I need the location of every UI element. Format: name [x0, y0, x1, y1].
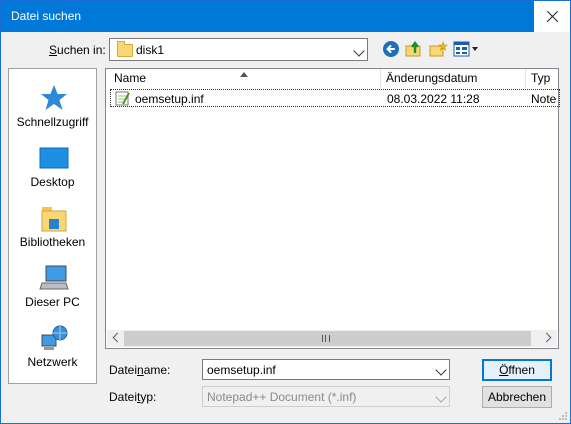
sidebar-item-label: Schnellzugriff	[16, 115, 89, 129]
filetype-select[interactable]: Notepad++ Document (*.inf)	[202, 386, 450, 407]
computer-icon	[39, 265, 69, 290]
view-grid-icon	[453, 41, 478, 57]
chevron-down-icon[interactable]	[435, 364, 447, 376]
library-icon	[41, 207, 67, 232]
chevron-down-icon	[353, 45, 365, 57]
grip-icon	[322, 335, 330, 342]
view-menu-button[interactable]	[452, 39, 480, 59]
scroll-right-icon[interactable]	[541, 332, 552, 343]
column-header-type[interactable]: Typ	[526, 69, 560, 88]
sort-ascending-icon	[240, 72, 248, 77]
chevron-down-icon	[435, 391, 447, 403]
resize-grip-icon[interactable]	[558, 411, 568, 421]
open-button[interactable]: Öffnen	[482, 359, 552, 381]
back-arrow-icon	[383, 41, 399, 57]
new-folder-icon	[429, 41, 448, 57]
file-list: Name Änderungsdatum Typ oemsetup.inf 08.…	[105, 68, 560, 349]
network-icon	[41, 325, 68, 350]
filetype-label: Dateityp:	[109, 390, 157, 404]
file-open-dialog: Datei suchen Suchen in: disk1 Schnellzug…	[0, 0, 571, 424]
sidebar-item-libraries[interactable]: Bibliotheken	[9, 195, 96, 251]
sidebar-item-label: Bibliotheken	[19, 235, 86, 249]
places-sidebar: Schnellzugriff Desktop Bibliotheken Dies…	[8, 68, 97, 384]
up-one-level-button[interactable]	[404, 39, 424, 59]
scrollbar-thumb[interactable]	[124, 331, 531, 346]
title-bar[interactable]: Datei suchen	[1, 1, 570, 32]
look-in-combobox[interactable]: disk1	[109, 38, 368, 61]
file-type: Notep	[531, 92, 557, 106]
filename-value: oemsetup.inf	[207, 363, 276, 377]
filename-input[interactable]: oemsetup.inf	[202, 359, 450, 380]
notepad-file-icon	[115, 91, 130, 106]
folder-up-icon	[405, 41, 421, 57]
horizontal-scrollbar[interactable]	[107, 330, 557, 347]
filetype-value: Notepad++ Document (*.inf)	[207, 390, 357, 404]
column-header-name[interactable]: Name	[106, 69, 381, 88]
file-name: oemsetup.inf	[135, 92, 204, 106]
new-folder-button[interactable]	[428, 39, 448, 59]
sidebar-item-label: Dieser PC	[25, 295, 80, 309]
scroll-left-icon[interactable]	[112, 332, 123, 343]
sidebar-item-quick-access[interactable]: Schnellzugriff	[9, 75, 96, 131]
file-modified: 08.03.2022 11:28	[387, 92, 480, 106]
window-title: Datei suchen	[11, 9, 82, 23]
sidebar-item-label: Desktop	[30, 175, 75, 189]
desktop-icon	[39, 147, 69, 169]
look-in-value: disk1	[136, 43, 165, 57]
sidebar-item-network[interactable]: Netzwerk	[9, 315, 96, 371]
look-in-label: Suchen in:	[49, 43, 106, 57]
star-icon	[41, 85, 67, 110]
column-header-date-modified[interactable]: Änderungsdatum	[381, 69, 526, 88]
back-button[interactable]	[381, 39, 401, 59]
folder-icon	[117, 41, 133, 57]
file-row[interactable]: oemsetup.inf 08.03.2022 11:28 Notep	[110, 89, 560, 107]
sidebar-item-desktop[interactable]: Desktop	[9, 135, 96, 191]
cancel-button[interactable]: Abbrechen	[482, 386, 552, 408]
close-button[interactable]	[534, 1, 570, 32]
filename-label: Dateiname:	[109, 363, 171, 377]
sidebar-item-label: Netzwerk	[27, 355, 78, 369]
sidebar-item-this-pc[interactable]: Dieser PC	[9, 255, 96, 311]
